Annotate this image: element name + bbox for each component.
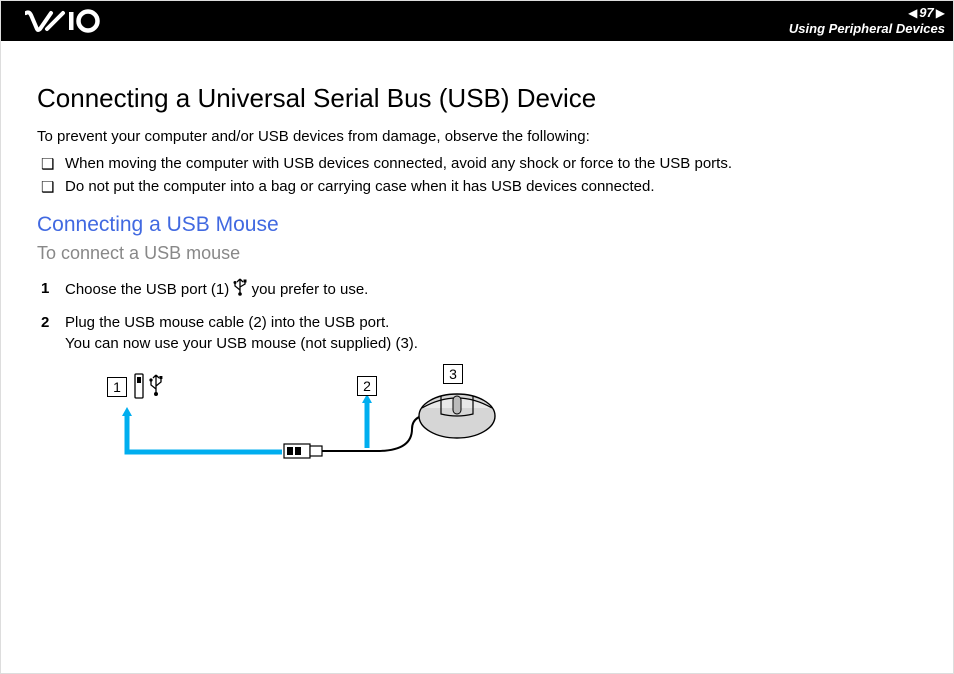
list-item: When moving the computer with USB device… xyxy=(37,155,917,172)
list-item: Plug the USB mouse cable (2) into the US… xyxy=(37,312,917,354)
prev-arrow-icon[interactable]: ◀ xyxy=(908,6,917,20)
caution-list: When moving the computer with USB device… xyxy=(37,155,917,195)
procedure-title: To connect a USB mouse xyxy=(37,243,917,264)
connection-diagram: 1 2 3 xyxy=(67,364,507,484)
usb-icon xyxy=(233,278,247,302)
page-nav: ◀ 97 ▶ xyxy=(908,5,945,21)
callout-3: 3 xyxy=(443,364,463,384)
steps-list: Choose the USB port (1) you prefer to us… xyxy=(37,278,917,354)
page-content: Connecting a Universal Serial Bus (USB) … xyxy=(1,41,953,484)
next-arrow-icon[interactable]: ▶ xyxy=(936,6,945,20)
header-bar: ◀ 97 ▶ Using Peripheral Devices xyxy=(1,1,953,41)
step-text: you prefer to use. xyxy=(247,281,368,298)
section-title: Using Peripheral Devices xyxy=(789,21,945,37)
callout-1: 1 xyxy=(107,377,127,397)
vaio-logo xyxy=(25,9,125,33)
page-title: Connecting a Universal Serial Bus (USB) … xyxy=(37,83,917,114)
page-number: 97 xyxy=(919,5,933,21)
callout-2: 2 xyxy=(357,376,377,396)
list-item: Choose the USB port (1) you prefer to us… xyxy=(37,278,917,302)
step-text: Choose the USB port (1) xyxy=(65,281,233,298)
intro-text: To prevent your computer and/or USB devi… xyxy=(37,128,917,145)
header-right: ◀ 97 ▶ Using Peripheral Devices xyxy=(789,3,945,38)
subheading: Connecting a USB Mouse xyxy=(37,213,917,237)
list-item: Do not put the computer into a bag or ca… xyxy=(37,178,917,195)
